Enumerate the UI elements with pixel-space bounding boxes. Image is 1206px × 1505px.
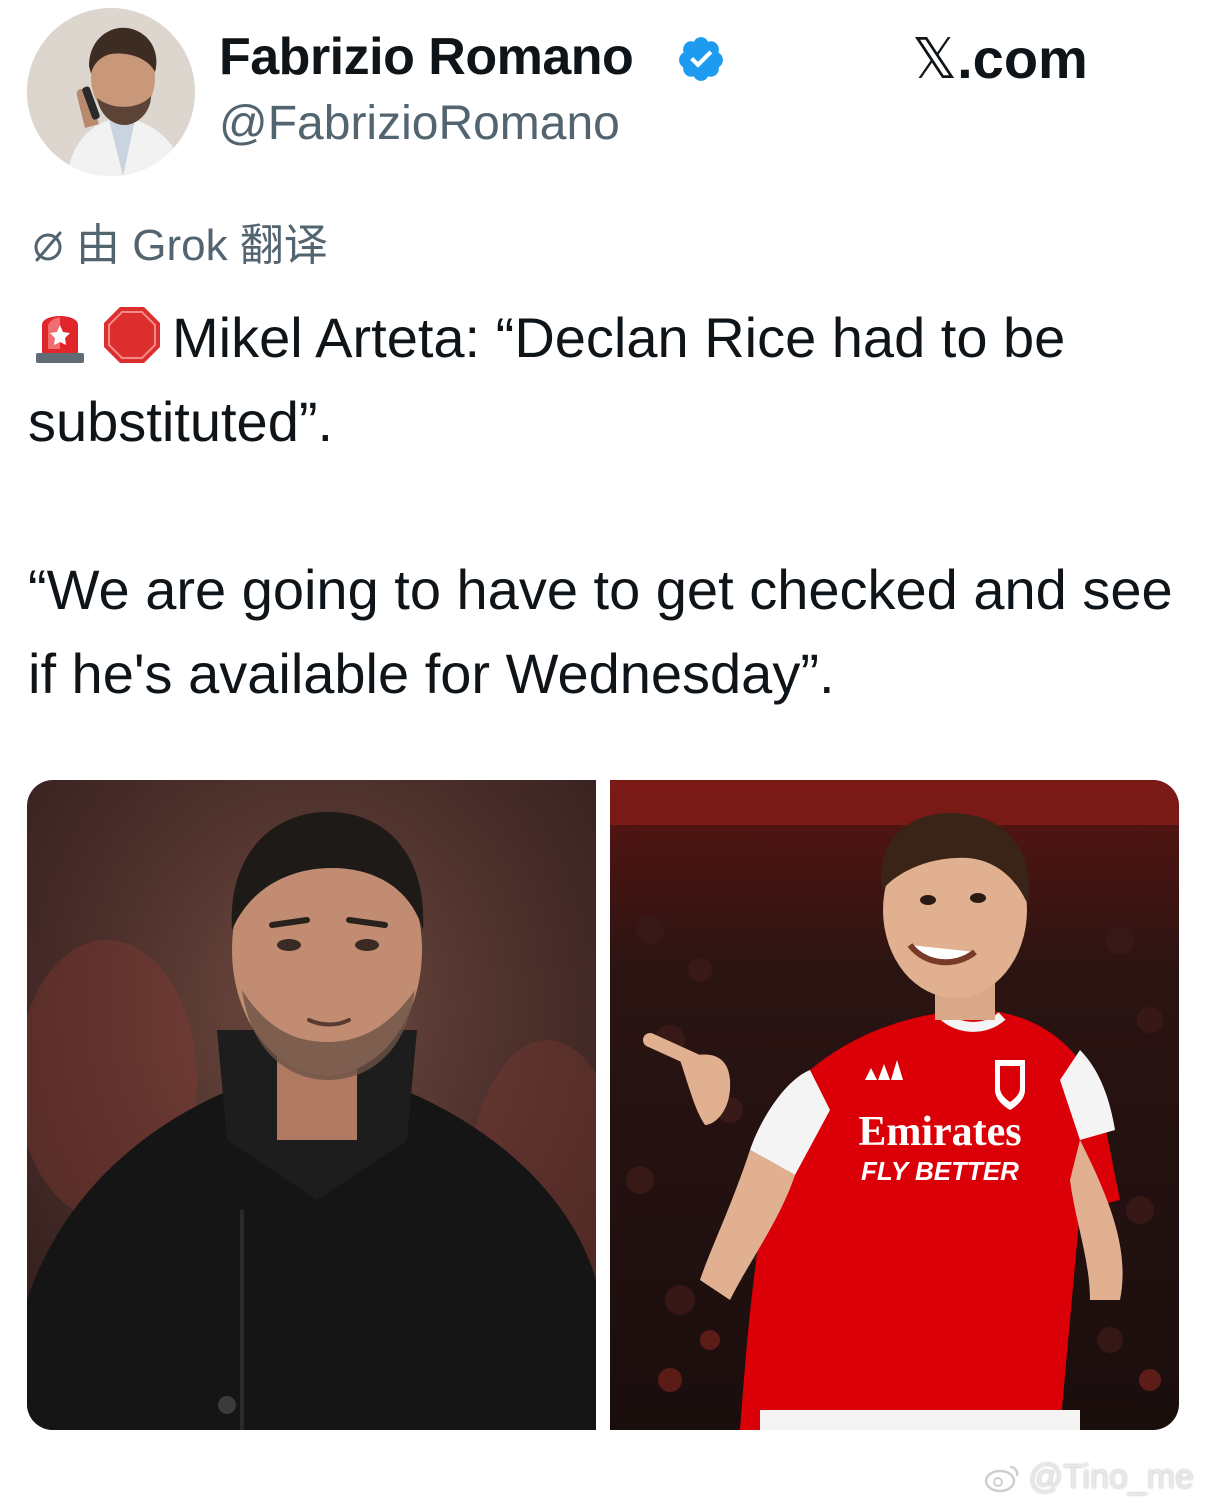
shirt-tagline: FLY BETTER [861, 1156, 1019, 1186]
brand-domain: .com [957, 27, 1088, 90]
author-handle[interactable]: @FabrizioRomano [219, 94, 620, 154]
x-mark-icon: 𝕏 [912, 27, 958, 92]
translation-label: 由 Grok 翻译 [76, 221, 328, 270]
stop-sign-icon [104, 307, 160, 363]
rotating-light-icon [36, 316, 84, 363]
x-logo[interactable]: 𝕏.com [912, 28, 1088, 91]
avatar-image [27, 8, 195, 176]
verified-badge-icon [679, 37, 723, 81]
arteta-photo[interactable] [27, 780, 596, 1430]
tweet-text: Mikel Arteta: “Declan Rice had to be sub… [28, 296, 1188, 716]
tweet-paragraph-2: “We are going to have to get checked and… [28, 558, 1173, 705]
tweet-paragraph-1: Mikel Arteta: “Declan Rice had to be sub… [28, 296, 1188, 464]
author-avatar[interactable] [27, 8, 195, 176]
shirt-sponsor: Emirates [858, 1109, 1021, 1155]
rice-image: Emirates FLY BETTER [610, 780, 1179, 1430]
translation-note[interactable]: 由 Grok 翻译 [28, 218, 328, 274]
weibo-watermark: @Tino_me [984, 1455, 1194, 1499]
arteta-image [27, 780, 596, 1430]
watermark-text: @Tino_me [1028, 1458, 1194, 1496]
translate-slash-icon [34, 231, 62, 262]
rice-photo[interactable]: Emirates FLY BETTER [610, 780, 1179, 1430]
tweet-line-1: Mikel Arteta: “Declan Rice had to be sub… [28, 306, 1066, 453]
media-grid[interactable]: Emirates FLY BETTER [27, 780, 1179, 1430]
author-name[interactable]: Fabrizio Romano [219, 26, 634, 88]
weibo-icon [985, 1465, 1019, 1493]
